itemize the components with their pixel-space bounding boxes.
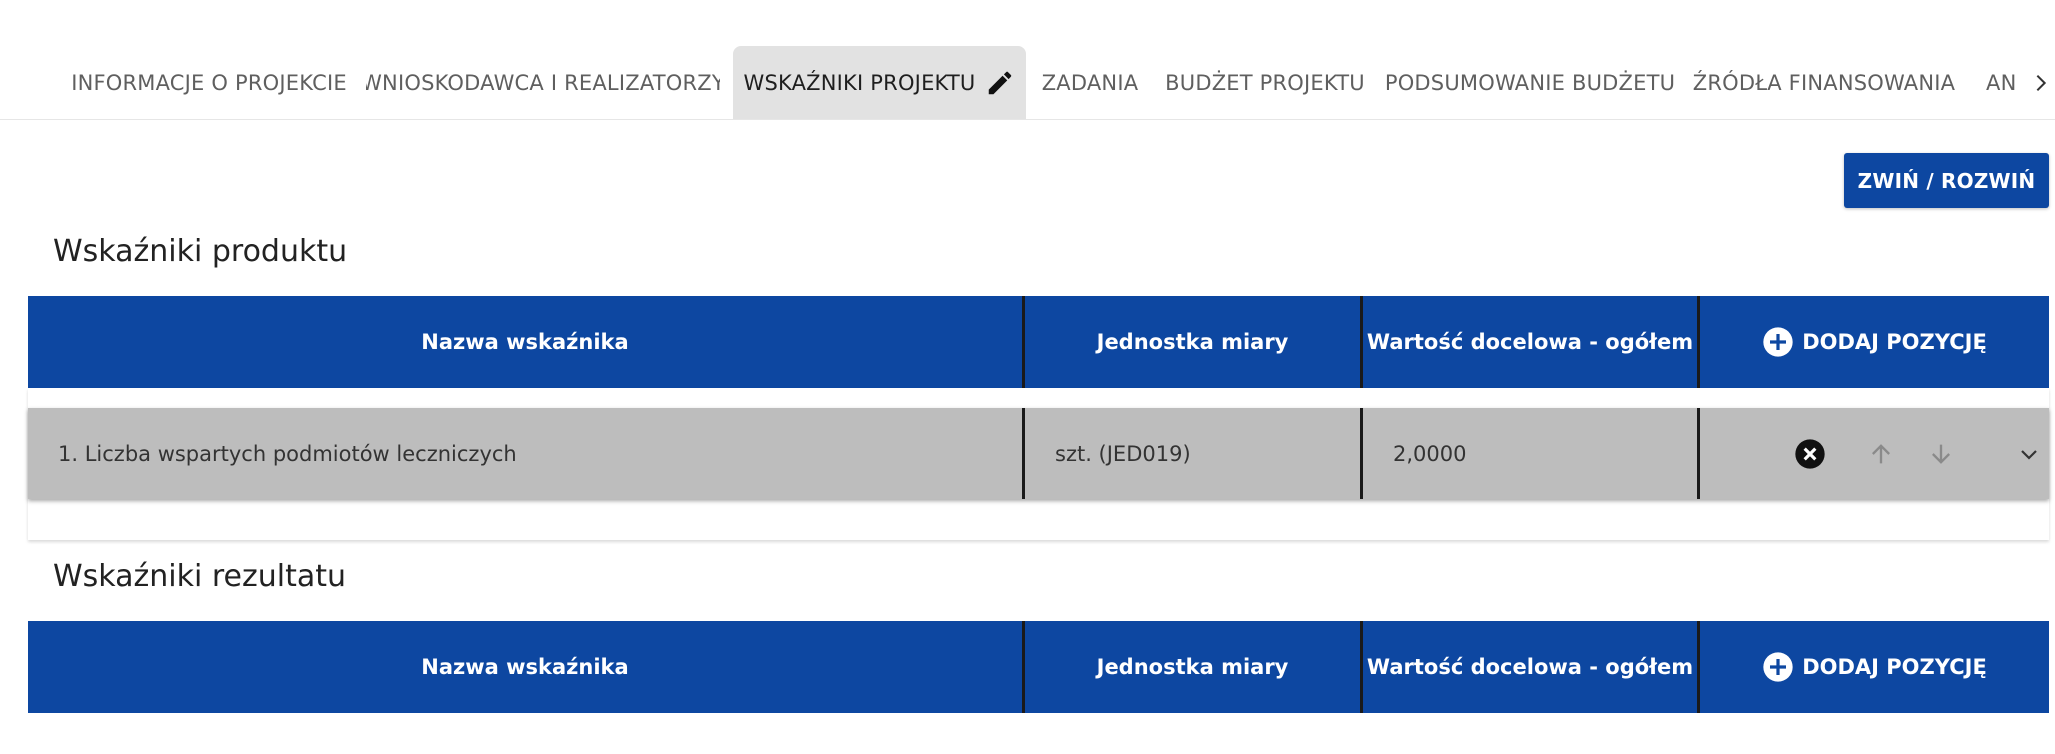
tab-wskazniki-projektu-label: WSKAŹNIKI PROJEKTU [743,70,976,95]
tab-informacje-o-projekcie[interactable]: INFORMACJE O PROJEKCIE [64,46,354,119]
cell-divider [1697,408,1700,499]
result-indicators-header: Nazwa wskaźnika Jednostka miary Wartość … [28,621,2049,713]
result-indicators-title: Wskaźniki rezultatu [53,559,347,594]
tab-budzet-projektu[interactable]: BUDŻET PROJEKTU [1160,46,1370,119]
chevron-right-icon[interactable] [2026,46,2055,119]
table-row[interactable]: 1. Liczba wspartych podmiotów leczniczyc… [28,408,2049,499]
column-header-target-value: Wartość docelowa - ogółem [1366,655,1694,679]
plus-circle-icon [1762,326,1794,358]
indicator-name-cell: 1. Liczba wspartych podmiotów leczniczyc… [58,441,517,466]
indicator-value-cell: 2,0000 [1393,441,1467,466]
add-product-indicator-button[interactable]: DODAJ POZYCJĘ [1700,296,2049,388]
indicator-unit-cell: szt. (JED019) [1055,441,1191,466]
product-indicators-header: Nazwa wskaźnika Jednostka miary Wartość … [28,296,2049,388]
column-header-target-value: Wartość docelowa - ogółem [1366,330,1694,354]
tab-truncated[interactable]: AN [1986,46,2026,119]
move-up-icon[interactable] [1861,408,1901,499]
pencil-icon [985,68,1015,98]
tab-wnioskodawca-i-realizatorzy[interactable]: WNIOSKODAWCA I REALIZATORZY [366,46,720,119]
remove-row-icon[interactable] [1790,408,1830,499]
project-tabs: INFORMACJE O PROJEKCIE WNIOSKODAWCA I RE… [0,46,2055,120]
move-down-icon[interactable] [1921,408,1961,499]
collapse-expand-button[interactable]: ZWIŃ / ROZWIŃ [1844,153,2049,208]
column-header-unit: Jednostka miary [1096,655,1289,679]
add-result-indicator-button[interactable]: DODAJ POZYCJĘ [1700,621,2049,713]
cell-divider [1360,408,1363,499]
cell-divider [1022,408,1025,499]
plus-circle-icon [1762,651,1794,683]
product-indicators-title: Wskaźniki produktu [53,234,348,269]
column-header-name: Nazwa wskaźnika [421,655,629,679]
column-header-unit: Jednostka miary [1096,330,1289,354]
tab-zrodla-finansowania[interactable]: ŹRÓDŁA FINANSOWANIA [1690,46,1958,119]
tab-podsumowanie-budzetu[interactable]: PODSUMOWANIE BUDŻETU [1386,46,1674,119]
chevron-down-icon[interactable] [2011,408,2047,499]
add-product-indicator-label: DODAJ POZYCJĘ [1802,330,1987,354]
tab-wskazniki-projektu[interactable]: WSKAŹNIKI PROJEKTU [733,46,1026,119]
add-result-indicator-label: DODAJ POZYCJĘ [1802,655,1987,679]
column-header-name: Nazwa wskaźnika [421,330,629,354]
tab-zadania[interactable]: ZADANIA [1036,46,1144,119]
